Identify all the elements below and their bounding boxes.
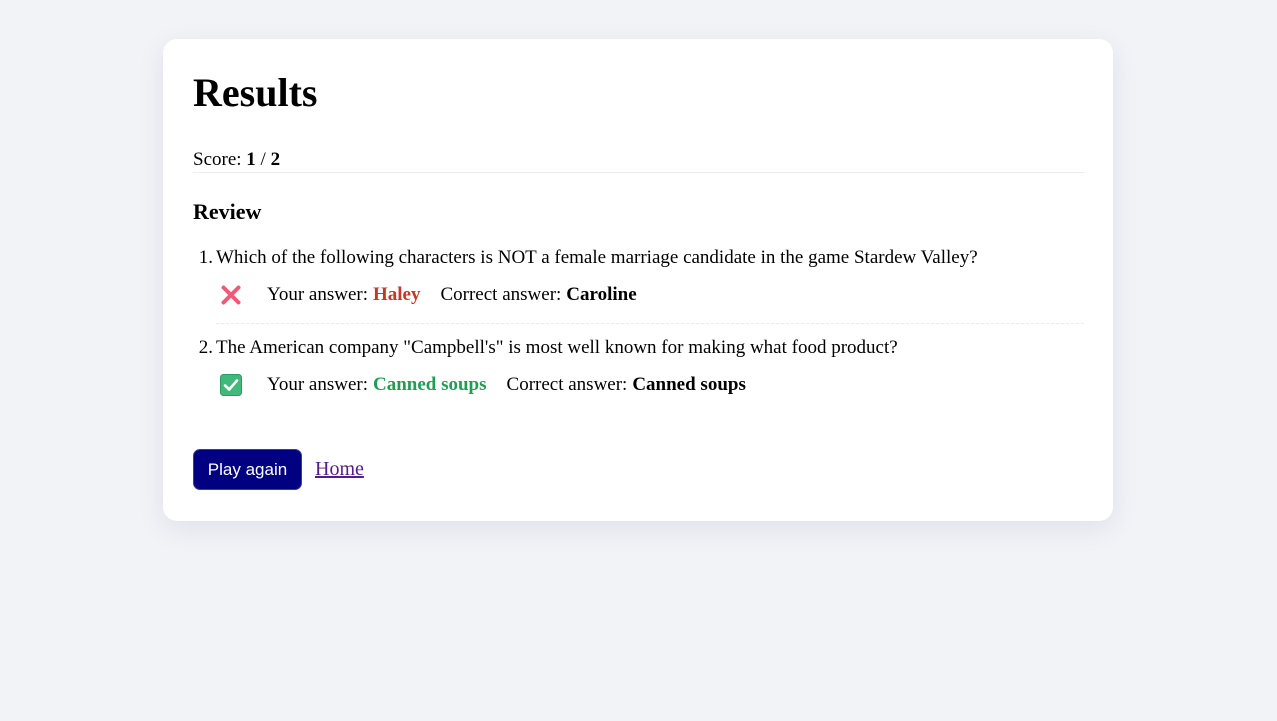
review-item: 1. Which of the following characters is … xyxy=(193,246,1084,336)
review-item: 2. The American company "Campbell's" is … xyxy=(193,336,1084,406)
correct-answer-value: Caroline xyxy=(566,284,637,305)
question-number: 2. xyxy=(198,337,213,358)
correct-answer-label: Correct answer: xyxy=(440,284,562,305)
page-title: Results xyxy=(193,70,318,115)
your-answer-value: Canned soups xyxy=(372,374,487,395)
item-separator xyxy=(216,323,1084,324)
question-text: Which of the following characters is NOT… xyxy=(216,247,978,268)
answer-row: Your answer: Canned soups Correct answer… xyxy=(216,373,746,397)
score-line: Score: 1 / 2 xyxy=(193,149,280,171)
results-card: Results Score: 1 / 2 Review 1. Which of … xyxy=(163,39,1113,521)
review-heading: Review xyxy=(193,199,262,224)
your-answer-value: Haley xyxy=(372,284,421,305)
correct-answer-value: Canned soups xyxy=(632,374,746,395)
divider xyxy=(193,172,1084,173)
score-separator: / xyxy=(260,149,266,170)
actions-bar: Play again Home xyxy=(193,449,364,490)
check-mark-icon xyxy=(220,374,242,396)
cross-mark-icon xyxy=(221,285,241,305)
score-total: 2 xyxy=(270,149,281,170)
review-list: 1. Which of the following characters is … xyxy=(193,246,1084,406)
home-link[interactable]: Home xyxy=(315,458,364,481)
answer-row: Your answer: Haley Correct answer: Carol… xyxy=(216,283,637,307)
your-answer-label: Your answer: xyxy=(267,284,368,305)
score-correct: 1 xyxy=(246,149,256,170)
correct-answer-label: Correct answer: xyxy=(506,374,628,395)
question-number: 1. xyxy=(198,247,213,268)
question-text: The American company "Campbell's" is mos… xyxy=(216,337,898,358)
play-again-button[interactable]: Play again xyxy=(193,449,302,490)
score-label: Score: xyxy=(193,149,242,170)
your-answer-label: Your answer: xyxy=(267,374,368,395)
